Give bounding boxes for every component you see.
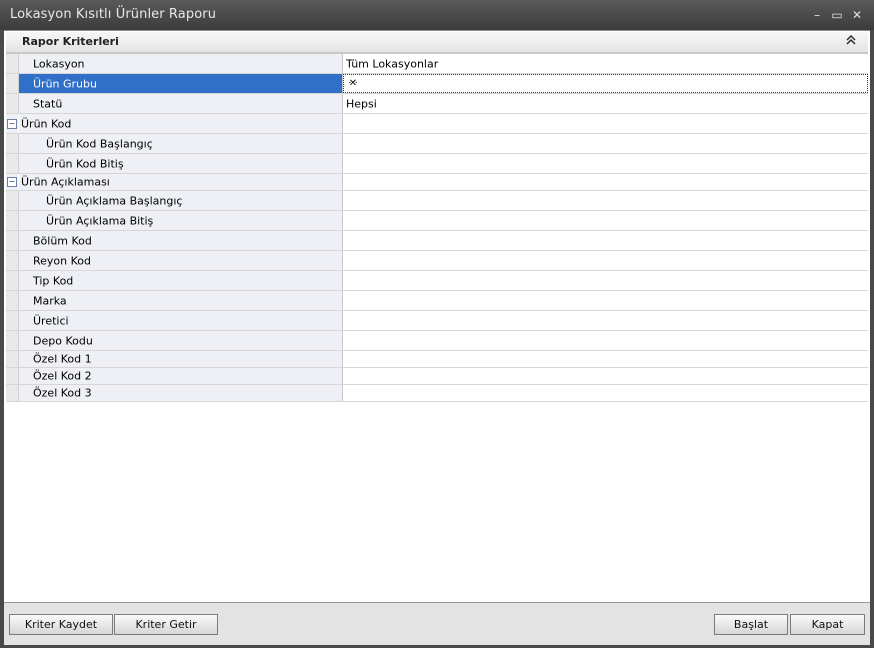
row-label: Ürün Açıklama Bitiş (46, 214, 154, 227)
row-value[interactable] (343, 174, 868, 190)
row-label: Reyon Kod (33, 254, 92, 267)
row-value[interactable] (343, 368, 868, 384)
row-label: Özel Kod 3 (33, 386, 92, 400)
row-tip-kod[interactable]: Tip Kod (6, 271, 868, 291)
row-ozel-kod-3[interactable]: Özel Kod 3 (6, 385, 868, 402)
criteria-group-title: Rapor Kriterleri (22, 35, 119, 48)
row-label: Ürün Grubu (33, 77, 97, 90)
row-value[interactable] (343, 211, 868, 230)
minimize-icon[interactable]: – (808, 6, 826, 24)
row-urun-grubu[interactable]: Ürün Grubu ··· ✕ (6, 74, 868, 94)
row-ozel-kod-2[interactable]: Özel Kod 2 (6, 368, 868, 385)
row-label: Statü (33, 97, 63, 110)
report-window: Lokasyon Kısıtlı Ürünler Raporu – ▭ ✕ Ra… (0, 0, 874, 648)
row-value[interactable] (343, 251, 868, 270)
row-bolum-kod[interactable]: Bölüm Kod (6, 231, 868, 251)
row-label: Ürün Kod (21, 117, 72, 130)
content-area: Rapor Kriterleri Lokasyon Tüm Lokasyonla… (4, 30, 870, 603)
row-urun-aciklama-bitis[interactable]: Ürün Açıklama Bitiş (6, 211, 868, 231)
row-marka[interactable]: Marka (6, 291, 868, 311)
clear-icon[interactable]: ✕ (346, 77, 360, 91)
row-value[interactable]: Hepsi (343, 94, 868, 113)
row-value[interactable]: Tüm Lokasyonlar (343, 54, 868, 73)
row-statu[interactable]: Statü Hepsi (6, 94, 868, 114)
load-criteria-button[interactable]: Kriter Getir (114, 614, 218, 635)
row-value[interactable] (343, 291, 868, 310)
row-reyon-kod[interactable]: Reyon Kod (6, 251, 868, 271)
row-value[interactable] (343, 154, 868, 173)
double-chevron-up-icon (846, 35, 856, 45)
close-icon[interactable]: ✕ (848, 6, 866, 24)
row-value[interactable] (343, 311, 868, 330)
criteria-group-header[interactable]: Rapor Kriterleri (6, 32, 868, 53)
row-label: Depo Kodu (33, 334, 93, 347)
row-value[interactable] (343, 351, 868, 367)
row-label: Marka (33, 294, 67, 307)
row-value[interactable] (343, 231, 868, 250)
close-button[interactable]: Kapat (790, 614, 865, 635)
row-urun-aciklamasi-category[interactable]: − Ürün Açıklaması (6, 174, 868, 191)
save-criteria-button[interactable]: Kriter Kaydet (9, 614, 113, 635)
row-label: Ürün Kod Bitiş (46, 157, 124, 170)
row-urun-kod-bitis[interactable]: Ürün Kod Bitiş (6, 154, 868, 174)
row-label: Lokasyon (33, 57, 85, 70)
row-ozel-kod-1[interactable]: Özel Kod 1 (6, 351, 868, 368)
row-label: Özel Kod 2 (33, 369, 92, 383)
row-label: Ürün Kod Başlangıç (46, 137, 153, 150)
row-uretici[interactable]: Üretici (6, 311, 868, 331)
row-label: Özel Kod 1 (33, 352, 92, 366)
row-value[interactable] (343, 114, 868, 133)
collapse-tree-icon[interactable]: − (7, 177, 17, 187)
title-bar[interactable]: Lokasyon Kısıtlı Ürünler Raporu – ▭ ✕ (0, 0, 874, 30)
row-label: Tip Kod (33, 274, 74, 287)
property-grid: Lokasyon Tüm Lokasyonlar Ürün Grubu ··· … (6, 53, 868, 402)
criteria-group: Rapor Kriterleri Lokasyon Tüm Lokasyonla… (6, 32, 868, 402)
collapse-tree-icon[interactable]: − (7, 118, 17, 129)
start-button[interactable]: Başlat (714, 614, 788, 635)
row-urun-aciklama-baslangic[interactable]: Ürün Açıklama Başlangıç (6, 191, 868, 211)
row-label: Ürün Açıklama Başlangıç (46, 194, 183, 207)
row-value[interactable] (343, 134, 868, 153)
maximize-icon[interactable]: ▭ (828, 6, 846, 24)
window-title: Lokasyon Kısıtlı Ürünler Raporu (10, 7, 217, 22)
row-label: Üretici (33, 314, 69, 327)
row-value[interactable] (343, 331, 868, 350)
row-label: Bölüm Kod (33, 234, 92, 247)
row-lokasyon[interactable]: Lokasyon Tüm Lokasyonlar (6, 54, 868, 74)
row-depo-kodu[interactable]: Depo Kodu (6, 331, 868, 351)
row-urun-kod-category[interactable]: − Ürün Kod (6, 114, 868, 134)
row-label: Ürün Açıklaması (21, 175, 110, 189)
row-value[interactable] (343, 385, 868, 401)
row-value-editor[interactable]: ··· ✕ (343, 74, 868, 93)
row-urun-kod-baslangic[interactable]: Ürün Kod Başlangıç (6, 134, 868, 154)
collapse-icon[interactable] (844, 35, 858, 49)
row-value[interactable] (343, 271, 868, 290)
footer-bar: Kriter Kaydet Kriter Getir Başlat Kapat (4, 602, 870, 645)
row-value[interactable] (343, 191, 868, 210)
